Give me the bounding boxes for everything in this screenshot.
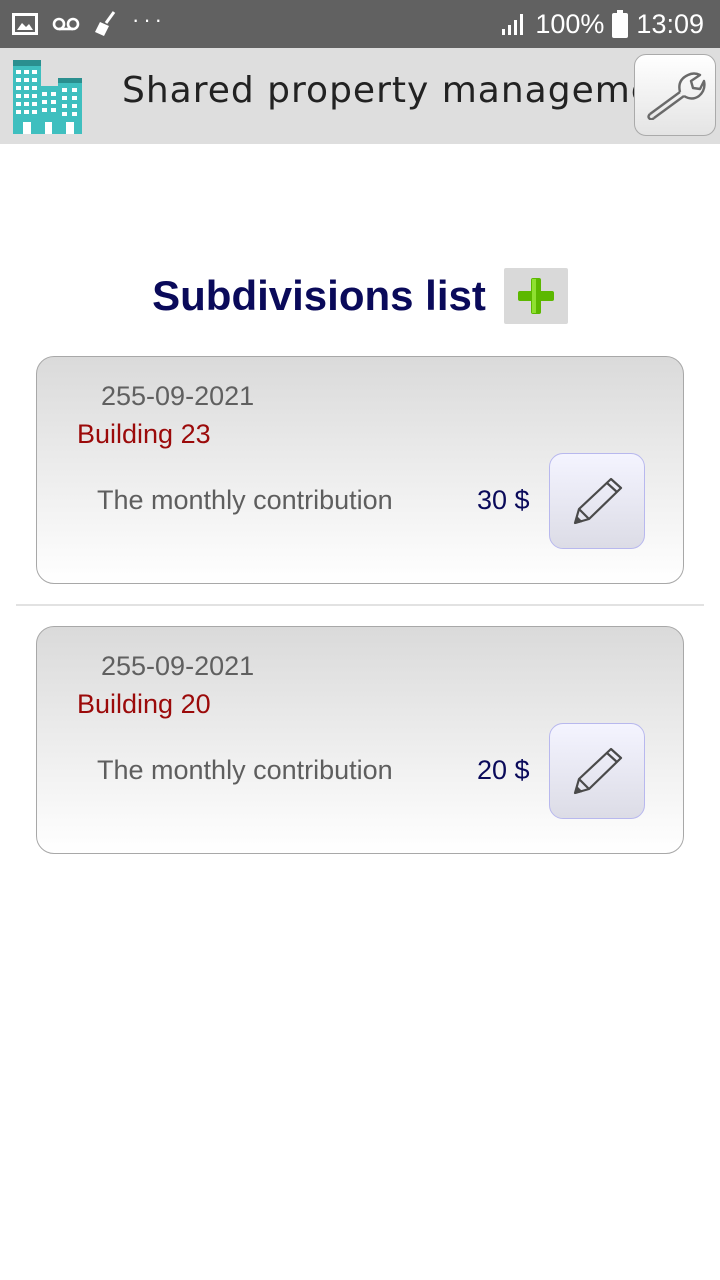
list-header: Subdivisions list [0, 268, 720, 324]
app-title: Shared property management [122, 70, 693, 111]
item-contribution-label: The monthly contribution [97, 485, 393, 515]
battery-percent: 100% [535, 8, 605, 39]
item-contribution-label: The monthly contribution [97, 755, 393, 785]
wrench-icon [647, 72, 706, 120]
more-notifications: ··· [132, 7, 166, 32]
pencil-icon [573, 477, 623, 525]
item-name: Building 20 [77, 689, 211, 719]
battery-icon [612, 10, 629, 38]
broom-icon [95, 11, 116, 36]
add-subdivision-button[interactable] [503, 268, 568, 324]
signal-icon [502, 14, 524, 35]
app-bar: Shared property management [0, 48, 720, 144]
item-name: Building 23 [77, 419, 211, 449]
item-contribution-amount: 30 $ [477, 485, 530, 515]
list-item[interactable]: 255-09-2021 Building 20 The monthly cont… [36, 626, 684, 854]
page-title: Subdivisions list [152, 272, 486, 319]
voicemail-icon [52, 17, 80, 31]
item-date: 255-09-2021 [101, 381, 255, 411]
list-item[interactable]: 255-09-2021 Building 23 The monthly cont… [36, 356, 684, 584]
edit-button[interactable] [549, 453, 645, 549]
pencil-icon [573, 747, 623, 795]
plus-icon [517, 278, 554, 314]
divider [16, 604, 704, 606]
status-bar: ··· 100% 13:09 [0, 0, 720, 48]
item-contribution-amount: 20 $ [477, 755, 530, 785]
image-icon [12, 13, 38, 35]
status-bar-system: 100% 13:09 [501, 8, 704, 40]
edit-button[interactable] [549, 723, 645, 819]
status-bar-notifications: ··· [12, 7, 166, 38]
settings-button[interactable] [634, 54, 716, 136]
clock: 13:09 [636, 8, 704, 39]
buildings-logo-icon [13, 60, 82, 134]
item-date: 255-09-2021 [101, 651, 255, 681]
